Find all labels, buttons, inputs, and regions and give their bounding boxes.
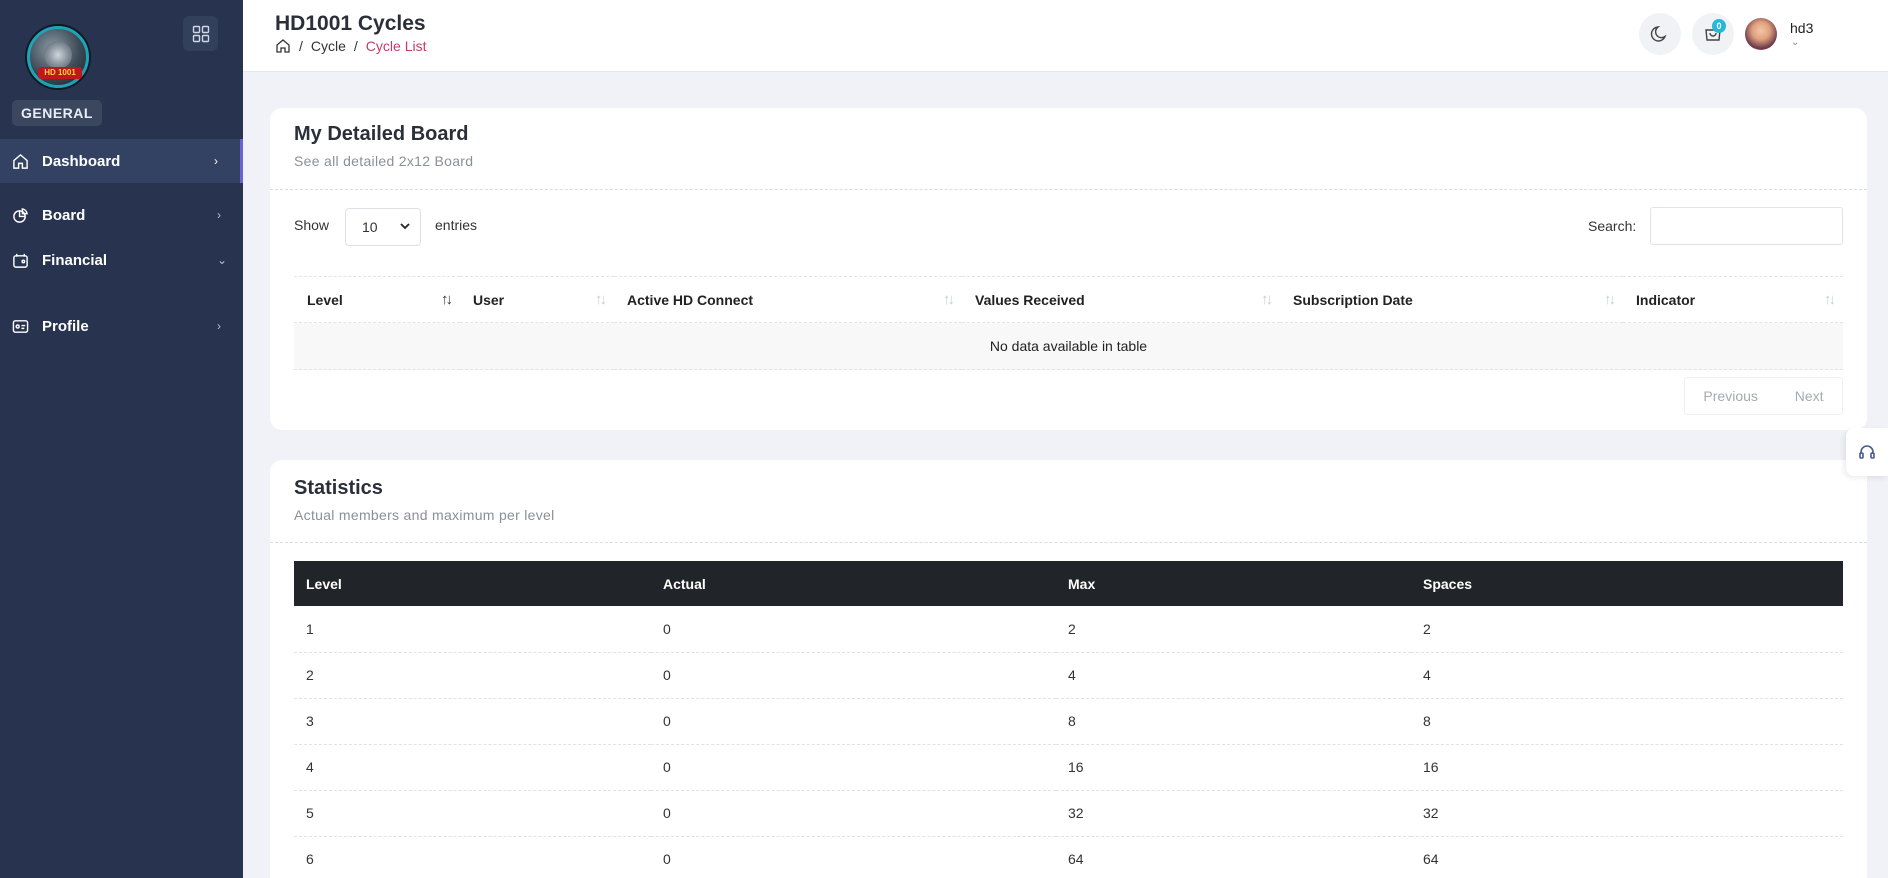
brand-logo[interactable]: HD 1001 — [27, 26, 89, 88]
sidebar-item-board[interactable]: Board › — [0, 193, 243, 237]
username[interactable]: hd3 — [1790, 20, 1813, 36]
sidebar-item-label: Profile — [42, 317, 89, 335]
previous-button[interactable]: Previous — [1703, 388, 1757, 404]
breadcrumb: / Cycle / Cycle List — [275, 38, 426, 54]
search-input[interactable] — [1650, 207, 1843, 245]
table-row: 1022 — [294, 606, 1843, 653]
column-header-indicator[interactable]: Indicator ↑↓ — [1623, 276, 1843, 323]
sort-asc-icon: ↑↓ — [441, 291, 453, 308]
table-row: 4 0 16 16 — [294, 744, 1843, 791]
table-row: 5 0 32 32 — [294, 790, 1843, 837]
column-header-active-hd-connect[interactable]: Active HD Connect ↑↓ — [614, 276, 962, 323]
next-button[interactable]: Next — [1795, 388, 1824, 404]
sidebar: HD 1001 GENERAL Dashboard › Board › Fina… — [0, 0, 243, 878]
search-label: Search: — [1588, 218, 1637, 234]
column-header-spaces: Spaces — [1411, 561, 1843, 606]
divider — [270, 542, 1867, 543]
show-label: Show — [294, 217, 330, 233]
avatar[interactable] — [1745, 18, 1777, 50]
column-header-level: Level — [294, 561, 651, 606]
sidebar-item-financial[interactable]: Financial ⌄ — [0, 238, 243, 282]
statistics-table: Level Actual Max Spaces 1022 2044 3088 4… — [294, 561, 1843, 878]
top-header: HD1001 Cycles / Cycle / Cycle List 0 hd3… — [243, 0, 1888, 72]
table-row: 3088 — [294, 698, 1843, 745]
table-row: 6 0 64 64 — [294, 836, 1843, 878]
toggle-sidebar-button[interactable] — [183, 16, 218, 51]
wallet-icon — [11, 251, 29, 269]
sidebar-section-label: GENERAL — [12, 100, 102, 126]
breadcrumb-current: Cycle List — [365, 38, 427, 54]
card-subtitle: See all detailed 2x12 Board — [294, 153, 474, 169]
sidebar-item-label: Dashboard — [42, 152, 121, 170]
sort-icon: ↑↓ — [595, 291, 607, 308]
sort-icon: ↑↓ — [1824, 291, 1836, 308]
chevron-right-icon: › — [214, 154, 218, 168]
cart-button[interactable]: 0 — [1692, 13, 1734, 55]
divider — [270, 189, 1867, 190]
hard-disk-icon — [44, 41, 72, 69]
sidebar-item-dashboard[interactable]: Dashboard › — [0, 139, 243, 183]
logo-text: HD 1001 — [38, 67, 82, 79]
cart-count-badge: 0 — [1712, 19, 1726, 33]
headset-icon — [1859, 445, 1875, 459]
page-title: HD1001 Cycles — [275, 12, 426, 35]
column-header-values-received[interactable]: Values Received ↑↓ — [962, 276, 1280, 323]
entries-select[interactable]: 10 — [345, 208, 421, 246]
chevron-down-icon: ⌄ — [217, 253, 228, 267]
column-header-max: Max — [1056, 561, 1411, 606]
sidebar-item-profile[interactable]: Profile › — [0, 304, 243, 348]
breadcrumb-separator: / — [299, 38, 303, 54]
pagination: Previous Next — [1684, 377, 1843, 415]
grid-icon — [192, 25, 209, 42]
pie-chart-icon — [11, 206, 29, 224]
dark-mode-toggle[interactable] — [1639, 13, 1681, 55]
board-table: Level ↑↓ User ↑↓ Active HD Connect ↑↓ Value… — [294, 276, 1843, 370]
breadcrumb-separator: / — [353, 38, 358, 54]
home-icon[interactable] — [275, 38, 291, 54]
entries-select-value: 10 — [362, 219, 378, 235]
chevron-down-icon — [400, 223, 410, 230]
sort-icon: ↑↓ — [1261, 291, 1273, 308]
chevron-down-icon[interactable]: ⌄ — [1791, 37, 1799, 48]
card-title: My Detailed Board — [294, 123, 469, 145]
sidebar-item-label: Board — [42, 206, 86, 224]
entries-label: entries — [435, 217, 478, 233]
detailed-board-card: My Detailed Board See all detailed 2x12 … — [270, 108, 1867, 430]
sort-icon: ↑↓ — [943, 291, 955, 308]
empty-table-message: No data available in table — [294, 322, 1843, 370]
breadcrumb-cycle[interactable]: Cycle — [311, 38, 346, 54]
moon-icon — [1650, 26, 1667, 42]
sidebar-item-label: Financial — [42, 251, 108, 269]
column-header-actual: Actual — [651, 561, 1056, 606]
home-icon — [11, 152, 29, 170]
table-row: 2044 — [294, 652, 1843, 699]
statistics-card: Statistics Actual members and maximum pe… — [270, 460, 1867, 878]
sort-icon: ↑↓ — [1604, 291, 1616, 308]
card-title: Statistics — [294, 477, 383, 499]
chevron-right-icon: › — [217, 319, 221, 333]
column-header-level[interactable]: Level ↑↓ — [294, 276, 460, 323]
card-subtitle: Actual members and maximum per level — [294, 507, 555, 523]
chevron-right-icon: › — [217, 208, 221, 222]
support-button[interactable] — [1846, 428, 1888, 476]
column-header-user[interactable]: User ↑↓ — [460, 276, 614, 323]
id-card-icon — [11, 317, 29, 335]
column-header-subscription-date[interactable]: Subscription Date ↑↓ — [1280, 276, 1623, 323]
